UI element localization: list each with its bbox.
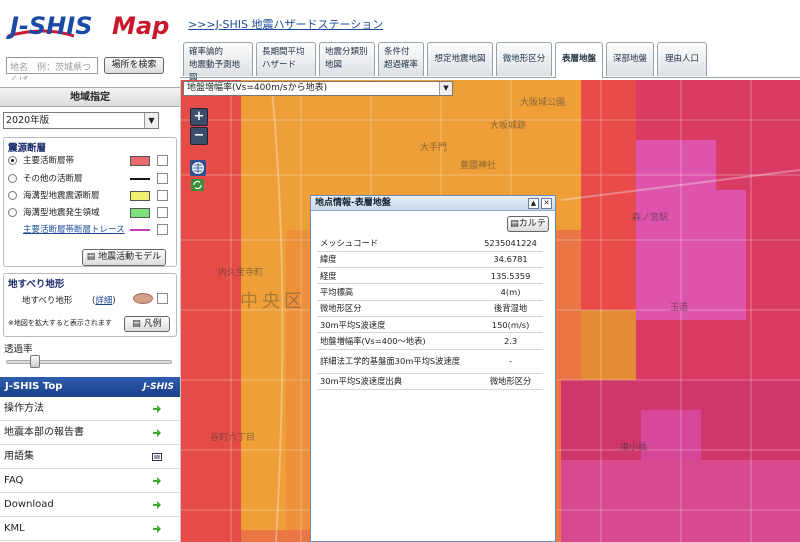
radio-button[interactable] (8, 208, 17, 217)
table-row: 平均標高 4(m) (317, 283, 543, 301)
tab-divider (180, 77, 800, 78)
point-info-table: メッシュコード 5235041224 緯度 34.6781 経度 135.5359 平… (317, 235, 543, 390)
map-label: 東小橋 (620, 443, 648, 453)
search-input[interactable]: 地名 例：茨城県つくば (6, 57, 98, 86)
nav-item-operation[interactable]: 操作方法 (0, 397, 180, 421)
chevron-down-icon: ▼ (439, 82, 452, 95)
table-row: 経度 135.5359 (317, 267, 543, 285)
chevron-down-icon: ▼ (144, 113, 158, 128)
nav-item-reports[interactable]: 地震本部の報告書 (0, 421, 180, 445)
opacity-label: 透過率 (4, 344, 33, 355)
source-row[interactable]: その他の活断層 (8, 172, 168, 186)
close-icon[interactable]: ✕ (541, 198, 552, 209)
svg-text:Map: Map (112, 12, 169, 40)
globe-icon[interactable] (190, 160, 206, 176)
tab-deep-ground[interactable]: 深部地盤 (606, 42, 654, 76)
table-row: 30m平均S波速度 150(m/s) (317, 316, 543, 334)
zoom-in-button[interactable]: + (190, 108, 208, 126)
checkbox[interactable] (157, 173, 168, 184)
map-label: 玉造 (670, 303, 689, 313)
nav-item-download[interactable]: Download (0, 493, 180, 517)
map-label: 豊國神社 (460, 161, 497, 171)
opacity-slider-thumb[interactable] (30, 355, 40, 368)
table-row: メッシュコード 5235041224 (317, 235, 543, 252)
source-row[interactable]: 海溝型地震発生領域 (8, 206, 168, 220)
jshis-mini-logo: J-SHIS (143, 382, 174, 392)
seismic-model-button[interactable]: ▤ 地震活動モデル (82, 249, 166, 266)
tab-long-term[interactable]: 長期間平均 ハザード (256, 42, 316, 76)
nav-item-glossary[interactable]: 用語集 (0, 445, 180, 469)
fault-trace-link[interactable]: 主要活断層帯断層トレース (23, 223, 125, 237)
refresh-icon[interactable] (191, 179, 204, 191)
arrow-right-icon (153, 477, 161, 485)
collapse-icon[interactable]: ▲ (528, 198, 539, 209)
map-label: 大阪城公園 (520, 98, 566, 108)
radio-button[interactable] (8, 191, 17, 200)
color-swatch (130, 229, 150, 231)
year-select[interactable]: 2020年版 ▼ (3, 112, 159, 129)
zoom-out-button[interactable]: − (190, 127, 208, 145)
map-label: 森ノ宮駅 (632, 213, 669, 223)
table-row: 詳細法工学的基盤面30m平均S波速度 - (317, 349, 543, 374)
arrow-right-icon (153, 429, 161, 437)
region-header: 地域指定 (0, 87, 180, 107)
table-row: 30m平均S波速度出典 微地形区分 (317, 373, 543, 390)
jshis-top-header[interactable]: J-SHIS Top J-SHIS (0, 377, 180, 397)
color-swatch (130, 178, 150, 180)
glossary-icon (152, 453, 162, 461)
map-label: 大手門 (420, 143, 448, 153)
search-button[interactable]: 場所を検索 (104, 57, 164, 74)
table-row: 微地形区分 後背湿地 (317, 300, 543, 317)
tab-landform[interactable]: 微地形区分 (496, 42, 552, 76)
source-row[interactable]: 主要活断層帯断層トレース (8, 223, 168, 237)
nav-item-faq[interactable]: FAQ (0, 469, 180, 493)
karte-button[interactable]: ▤カルテ (507, 216, 549, 232)
landslide-title: 地すべり地形 (8, 279, 65, 290)
tab-surface-ground[interactable]: 表層地盤 (555, 42, 603, 78)
tab-classification[interactable]: 地震分類別 地図 (319, 42, 375, 76)
landslide-swatch (133, 293, 153, 304)
legend-button[interactable]: ▤ 凡例 (124, 316, 170, 332)
map-label: 内久宝寺町 (218, 268, 264, 278)
color-swatch (130, 208, 150, 218)
arrow-right-icon (153, 501, 161, 509)
checkbox[interactable] (157, 190, 168, 201)
table-row: 地盤増幅率(Vs=400～地表) 2.3 (317, 332, 543, 350)
map-layer-select[interactable]: 地盤増幅率(Vs=400m/sから地表) ▼ (183, 81, 453, 96)
source-row[interactable]: 海溝型地震震源断層 (8, 189, 168, 203)
landslide-label: 地すべり地形 (22, 296, 73, 306)
map-label: 谷町六丁目 (210, 433, 256, 443)
color-swatch (130, 156, 150, 166)
arrow-right-icon (153, 405, 161, 413)
jshis-logo[interactable]: J-SHIS Map (4, 6, 180, 44)
svg-text:J-SHIS: J-SHIS (6, 12, 92, 40)
tab-probabilistic[interactable]: 確率論的 地震動予測地図 (183, 42, 253, 83)
checkbox[interactable] (157, 155, 168, 166)
sources-title: 震源断層 (8, 143, 47, 154)
checkbox[interactable] (157, 207, 168, 218)
checkbox[interactable] (157, 224, 168, 235)
point-info-popup: 地点情報-表層地盤 ▲ ✕ ▤カルテ メッシュコード 5235041224 緯度 3… (310, 195, 556, 542)
table-row: 緯度 34.6781 (317, 251, 543, 269)
radio-button[interactable] (8, 156, 17, 165)
landslide-detail-link[interactable]: 詳細 (95, 296, 112, 306)
nav-item-kml[interactable]: KML (0, 517, 180, 541)
color-swatch (130, 191, 150, 201)
tab-conditional[interactable]: 条件付 超過確率 (378, 42, 424, 76)
popup-title: 地点情報-表層地盤 (311, 196, 555, 211)
tab-scenario[interactable]: 想定地震地図 (427, 42, 493, 76)
checkbox[interactable] (157, 293, 168, 304)
map-label: 大坂城跡 (490, 121, 527, 131)
map-label: 中央区 (240, 291, 306, 312)
zoom-note: ※地図を拡大すると表示されます (8, 319, 112, 327)
source-row[interactable]: 主要活断層帯 (8, 154, 168, 168)
tab-population[interactable]: 理由人口 (657, 42, 707, 76)
radio-button[interactable] (8, 174, 17, 183)
arrow-right-icon (153, 525, 161, 533)
jshis-station-link[interactable]: >>>J-SHIS 地震ハザードステーション (188, 16, 383, 32)
